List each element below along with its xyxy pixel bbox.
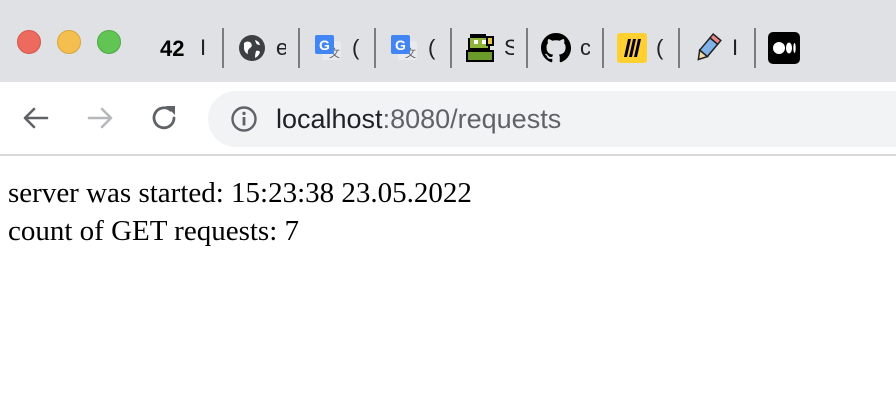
- url-text[interactable]: localhost:8080/requests: [276, 104, 561, 134]
- reload-icon: [152, 106, 176, 130]
- tab-title: c: [580, 35, 590, 60]
- tab-separator: [222, 28, 224, 68]
- tab-separator: [450, 28, 452, 68]
- globe-icon: [236, 32, 268, 64]
- google-translate-icon: 文 G: [312, 32, 344, 64]
- tab-miro[interactable]: (: [616, 26, 666, 70]
- server-start-line: server was started: 15:23:38 23.05.2022: [8, 177, 472, 209]
- tab-title: e: [276, 35, 286, 60]
- tab-separator: [526, 28, 528, 68]
- tab-translate-1[interactable]: 文 G (: [312, 26, 362, 70]
- tab-title: I: [200, 35, 207, 60]
- tab-strip: 42 I e 文 G (文 G (S c (I: [0, 0, 896, 82]
- google-translate-icon: 文 G: [388, 32, 420, 64]
- reload-button[interactable]: [146, 100, 182, 136]
- info-icon[interactable]: [230, 105, 258, 133]
- tab-separator: [602, 28, 604, 68]
- github-icon: [540, 32, 572, 64]
- close-window-button[interactable]: [17, 30, 41, 54]
- medium-icon: [768, 32, 800, 64]
- browser-toolbar: localhost:8080/requests: [0, 82, 896, 156]
- svg-text:G: G: [319, 37, 330, 53]
- tab-globe[interactable]: e: [236, 26, 286, 70]
- tab-title: I: [732, 35, 739, 60]
- minimize-window-button[interactable]: [57, 30, 81, 54]
- tab-title: (: [656, 35, 664, 60]
- tab-42[interactable]: 42 I: [160, 26, 210, 70]
- tab-separator: [374, 28, 376, 68]
- url-path: :8080/requests: [382, 104, 562, 134]
- back-button[interactable]: [18, 100, 54, 136]
- tab-separator: [678, 28, 680, 68]
- address-bar[interactable]: localhost:8080/requests: [208, 91, 896, 147]
- pencil-icon: [692, 32, 724, 64]
- 42-logo-icon: 42: [160, 32, 192, 64]
- page-content: server was started: 15:23:38 23.05.2022 …: [0, 156, 896, 268]
- tab-separator: [754, 28, 756, 68]
- svg-text:G: G: [395, 37, 406, 53]
- forward-button[interactable]: [82, 100, 118, 136]
- miro-icon: [616, 32, 648, 64]
- tabs-list: 42 I e 文 G (文 G (S c (I: [160, 26, 800, 70]
- url-host: localhost: [276, 104, 383, 134]
- tab-title: S: [504, 35, 514, 60]
- get-requests-count-line: count of GET requests: 7: [8, 215, 300, 247]
- svg-text:42: 42: [160, 36, 184, 60]
- arrow-left-icon: [23, 107, 49, 129]
- tab-pixel[interactable]: S: [464, 26, 514, 70]
- maximize-window-button[interactable]: [97, 30, 121, 54]
- tab-separator: [298, 28, 300, 68]
- tab-title: (: [352, 35, 360, 60]
- arrow-right-icon: [87, 107, 113, 129]
- tab-translate-2[interactable]: 文 G (: [388, 26, 438, 70]
- tab-title: (: [428, 35, 436, 60]
- tab-github[interactable]: c: [540, 26, 590, 70]
- pixel-art-icon: [464, 32, 496, 64]
- tab-pencil[interactable]: I: [692, 26, 742, 70]
- tab-medium[interactable]: [768, 26, 800, 70]
